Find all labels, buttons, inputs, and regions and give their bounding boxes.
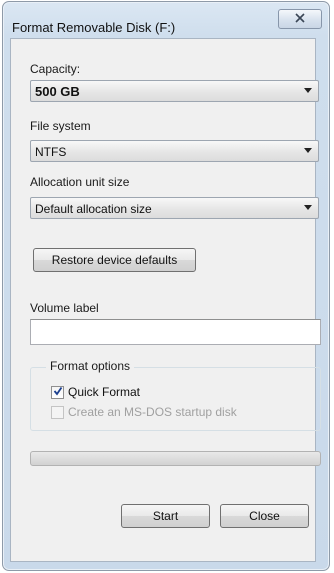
- allocation-unit-dropdown[interactable]: Default allocation size: [30, 197, 319, 219]
- checkmark-icon: [53, 385, 63, 399]
- format-options-group: [30, 367, 321, 431]
- dialog-body: Capacity: 500 GB File system NTFS Alloca…: [10, 38, 321, 562]
- start-button[interactable]: Start: [121, 504, 210, 528]
- chevron-down-icon: [304, 205, 312, 210]
- file-system-value: NTFS: [35, 145, 67, 159]
- allocation-unit-value: Default allocation size: [35, 202, 152, 216]
- volume-label-caption: Volume label: [30, 301, 99, 315]
- allocation-unit-label: Allocation unit size: [30, 175, 130, 189]
- quick-format-label: Quick Format: [68, 385, 141, 399]
- title-bar[interactable]: Format Removable Disk (F:): [3, 2, 329, 38]
- file-system-label: File system: [30, 119, 91, 133]
- msdos-startup-label: Create an MS-DOS startup disk: [68, 405, 237, 419]
- restore-defaults-button[interactable]: Restore device defaults: [33, 248, 196, 272]
- volume-label-input[interactable]: [30, 319, 321, 345]
- file-system-dropdown[interactable]: NTFS: [30, 140, 319, 162]
- close-button[interactable]: Close: [220, 504, 309, 528]
- chevron-down-icon: [304, 148, 312, 153]
- capacity-label: Capacity:: [30, 62, 81, 76]
- msdos-startup-option: Create an MS-DOS startup disk: [51, 405, 237, 419]
- window-title: Format Removable Disk (F:): [12, 20, 176, 35]
- capacity-value: 500 GB: [35, 84, 80, 99]
- format-progress-bar: [30, 451, 321, 466]
- format-options-title: Format options: [46, 359, 135, 373]
- capacity-dropdown[interactable]: 500 GB: [30, 80, 319, 102]
- quick-format-checkbox[interactable]: [51, 385, 64, 399]
- chevron-down-icon: [304, 88, 312, 93]
- msdos-startup-checkbox: [51, 405, 64, 419]
- close-icon: [295, 12, 305, 26]
- quick-format-option[interactable]: Quick Format: [51, 385, 140, 399]
- window-close-button[interactable]: [278, 9, 322, 29]
